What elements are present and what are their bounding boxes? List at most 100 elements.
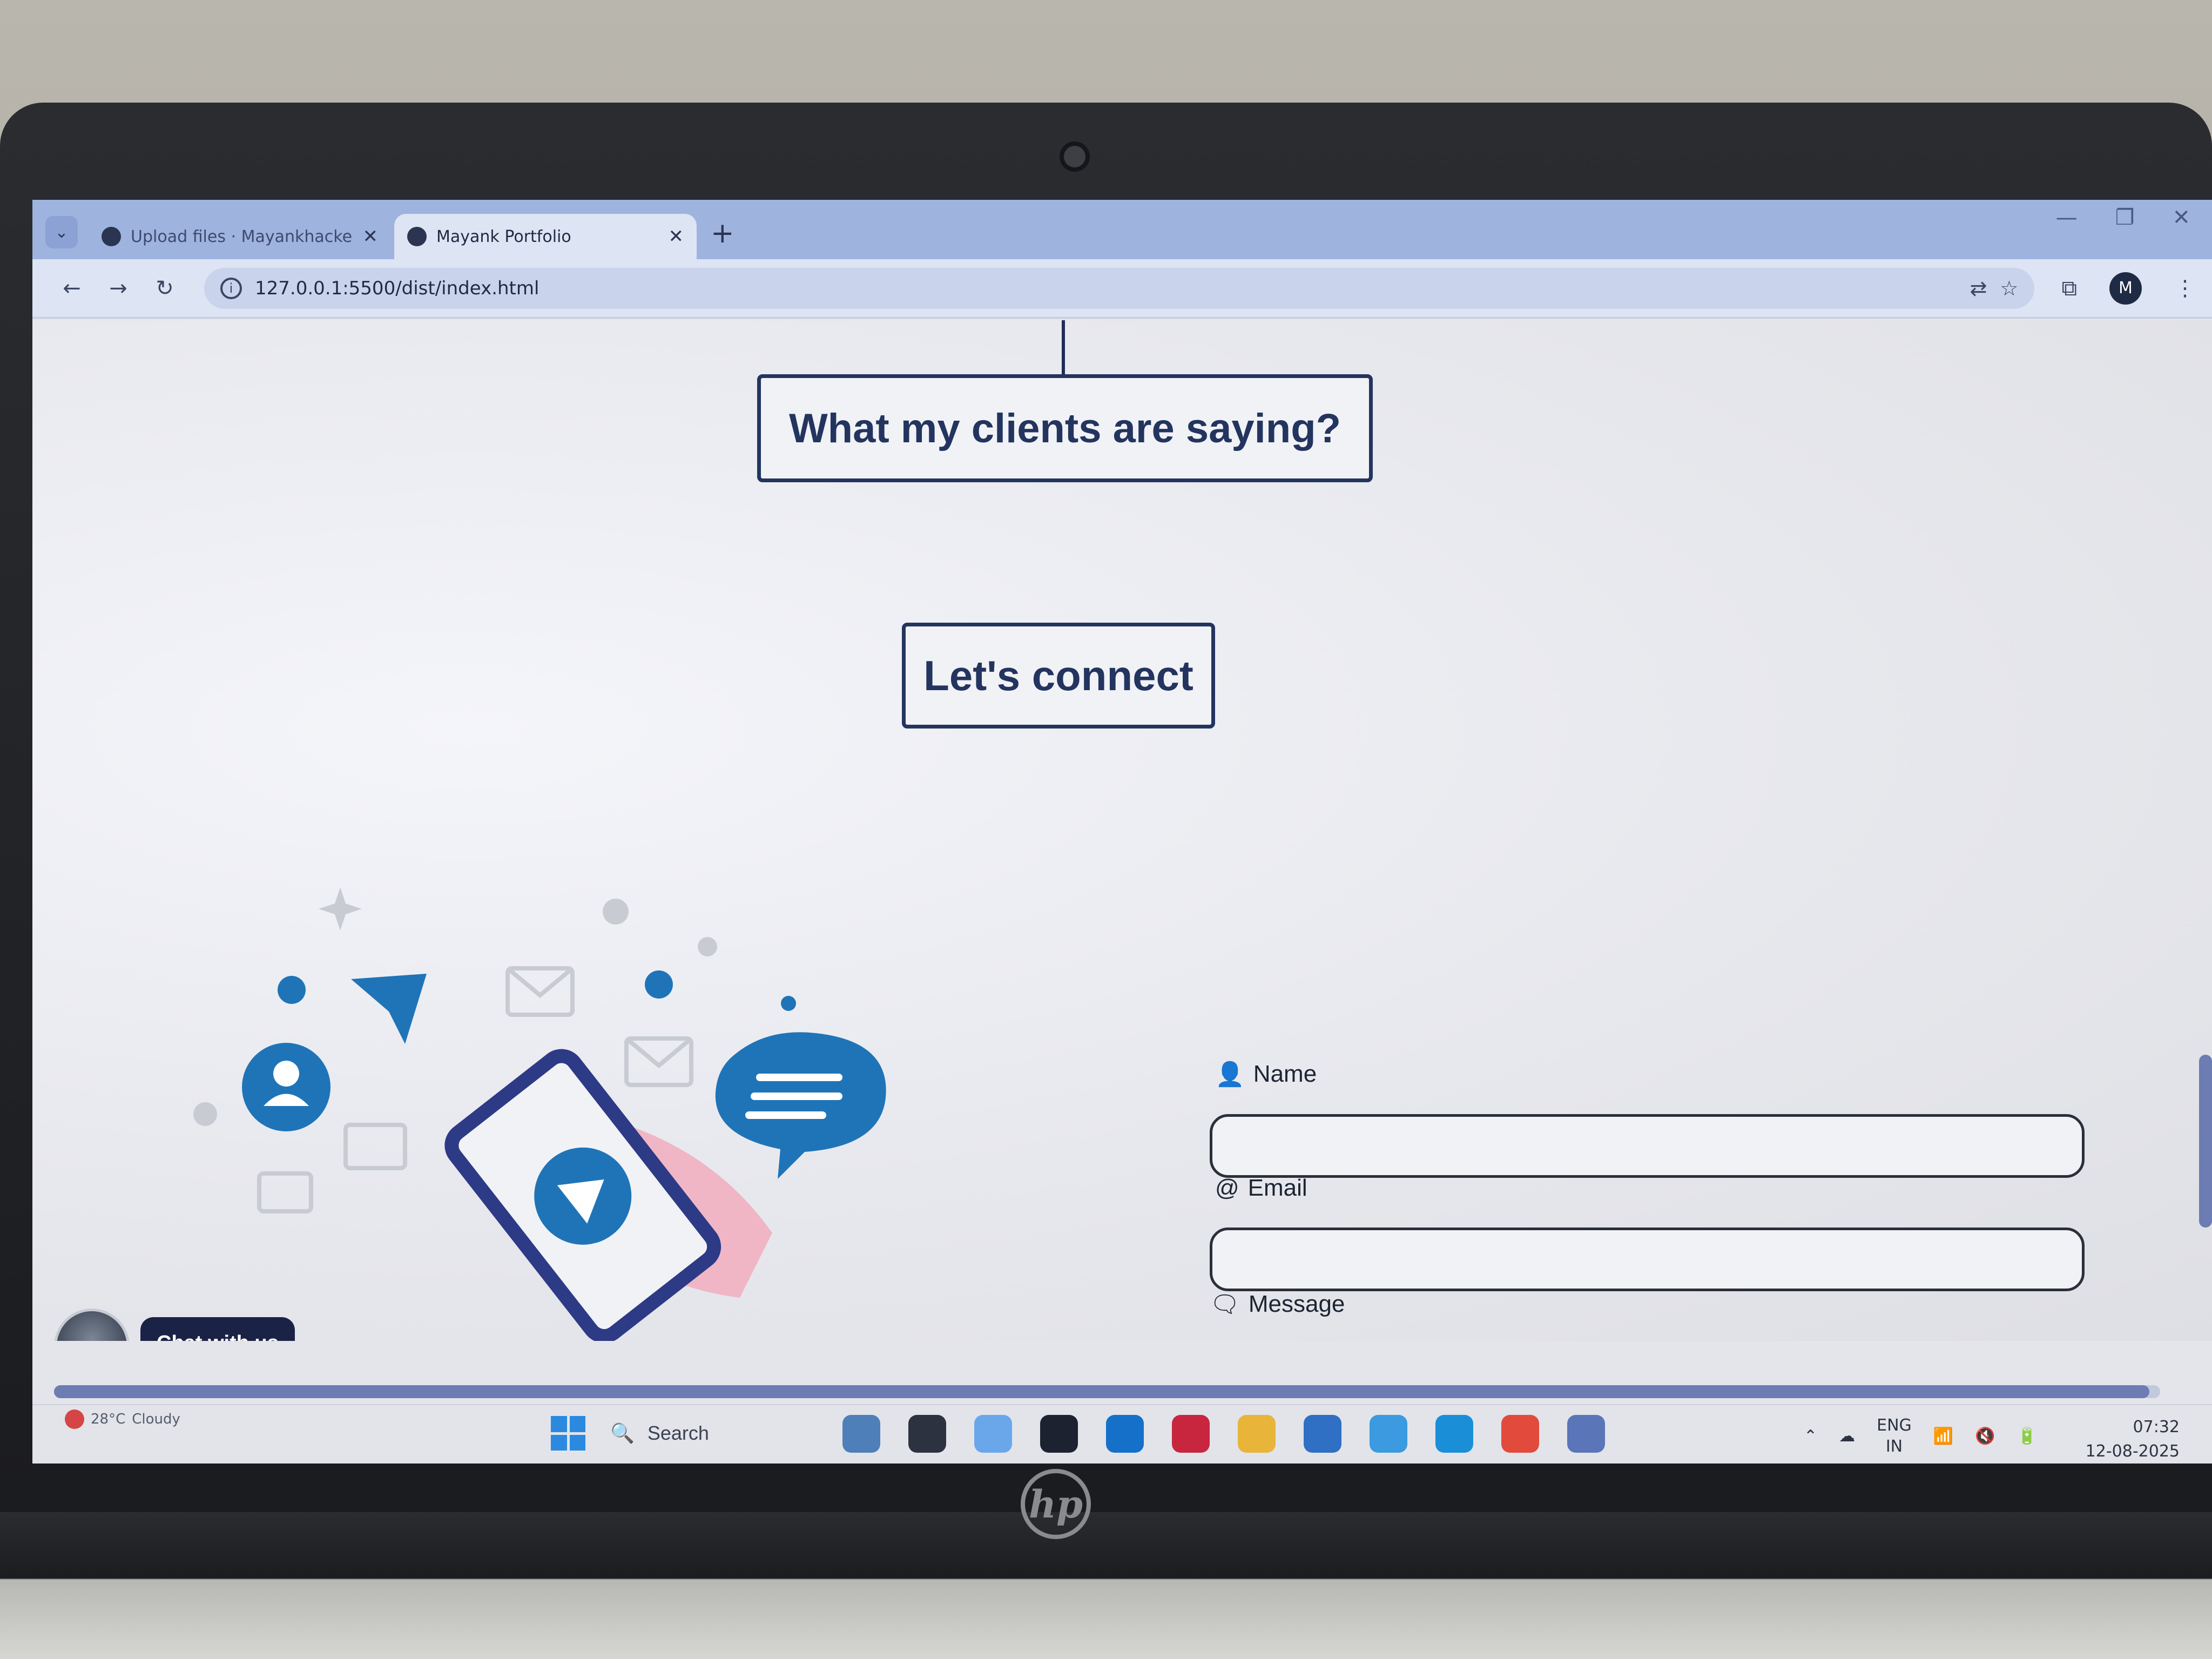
back-icon[interactable]: ← (49, 276, 95, 301)
weather-app-icon[interactable] (1370, 1415, 1407, 1453)
toolbar-actions: ⧉ M ⋮ (2061, 272, 2196, 305)
dot-decoration (781, 996, 796, 1011)
bookmark-star-icon[interactable]: ☆ (2000, 276, 2018, 300)
person-icon: 👤 (1215, 1061, 1245, 1088)
page-viewport: What my clients are saying? Let's connec… (32, 320, 2212, 1341)
translate-icon[interactable]: ⇄ (1970, 276, 1987, 300)
search-icon: 🔍 (610, 1422, 635, 1444)
vscode-icon[interactable] (1435, 1415, 1473, 1453)
file-explorer-icon[interactable] (1238, 1415, 1276, 1453)
windows-logo-icon (551, 1416, 567, 1432)
browser-toolbar: ← → ↻ i 127.0.0.1:5500/dist/index.html ⇄… (32, 259, 2212, 319)
user-circle-icon (242, 1043, 331, 1131)
tab-title: Upload files · Mayankhacker60 (131, 227, 353, 246)
laptop-base (0, 1512, 2212, 1659)
taskbar-apps (842, 1415, 1605, 1453)
dot-decoration (193, 1102, 217, 1126)
start-button[interactable] (551, 1416, 585, 1451)
close-tab-icon[interactable]: ✕ (363, 226, 379, 247)
envelope-icon (257, 1171, 313, 1213)
address-bar[interactable]: i 127.0.0.1:5500/dist/index.html ⇄ ☆ (204, 267, 2035, 309)
copilot-icon[interactable] (974, 1415, 1012, 1453)
connect-heading: Let's connect (902, 623, 1215, 729)
microsoft-store-icon[interactable] (1304, 1415, 1341, 1453)
tab-strip: ⌄ Upload files · Mayankhacker60 ✕ Mayank… (32, 200, 2212, 259)
weather-icon (65, 1410, 84, 1429)
speech-bubble-icon: 🗨 (1210, 1291, 1240, 1318)
name-field[interactable] (1210, 1114, 2085, 1178)
minimize-icon[interactable]: — (2056, 205, 2078, 230)
dot-decoration (278, 976, 306, 1004)
clock-date: 12-08-2025 (2085, 1442, 2180, 1461)
screen: ⌄ Upload files · Mayankhacker60 ✕ Mayank… (32, 200, 2212, 1464)
vertical-scrollbar[interactable] (2199, 1055, 2212, 1228)
paper-plane-icon (351, 974, 427, 1044)
github-icon (102, 227, 121, 246)
name-label: 👤 Name (1215, 1060, 1317, 1088)
tab-search-button[interactable]: ⌄ (45, 216, 78, 248)
chat-agent-avatar[interactable] (54, 1309, 130, 1341)
clock-time: 07:32 (2133, 1418, 2180, 1437)
url-text: 127.0.0.1:5500/dist/index.html (255, 277, 539, 299)
weather-widget[interactable]: 28°C Cloudy (65, 1410, 180, 1429)
taskbar-clock[interactable]: 07:32 12-08-2025 (2086, 1415, 2180, 1464)
message-label-text: Message (1248, 1291, 1345, 1317)
name-label-text: Name (1253, 1061, 1317, 1087)
chevron-up-icon[interactable]: ⌃ (1804, 1427, 1817, 1446)
message-label: 🗨 Message (1210, 1290, 1345, 1318)
reload-icon[interactable]: ↻ (141, 276, 188, 301)
timeline-connector (1062, 320, 1065, 374)
email-label-text: Email (1247, 1175, 1307, 1201)
terminal-icon[interactable] (1040, 1415, 1078, 1453)
contact-illustration (193, 887, 886, 1341)
globe-icon (407, 227, 427, 246)
site-info-icon[interactable]: i (220, 277, 242, 299)
dot-decoration (698, 937, 717, 956)
chat-bubble-icon (715, 1032, 886, 1179)
widgets-app-icon[interactable] (842, 1415, 880, 1453)
chat-with-us-button[interactable]: Chat with us (140, 1317, 295, 1341)
battery-icon[interactable]: 🔋 (2017, 1427, 2037, 1446)
speaker-muted-icon[interactable]: 🔇 (1975, 1427, 1995, 1446)
onedrive-icon[interactable]: ☁ (1839, 1427, 1855, 1446)
close-tab-icon[interactable]: ✕ (669, 226, 684, 247)
phone-illustration (444, 1049, 721, 1341)
system-tray: ⌃ ☁ ENG IN 📶 🔇 🔋 (1804, 1415, 2037, 1457)
taskbar-search[interactable]: 🔍 Search (610, 1414, 826, 1453)
horizontal-scrollbar[interactable] (54, 1385, 2160, 1398)
tab-mayank-portfolio[interactable]: Mayank Portfolio ✕ (394, 214, 697, 259)
lang-code: ENG (1877, 1416, 1912, 1435)
new-tab-button[interactable]: + (711, 217, 734, 249)
settings-gear-icon[interactable] (1567, 1415, 1605, 1453)
weather-temp: 28°C (91, 1411, 126, 1427)
sparkle-icon (319, 887, 362, 930)
at-sign-icon: @ (1215, 1175, 1239, 1201)
email-label: @ Email (1215, 1175, 1307, 1202)
profile-avatar[interactable]: M (2109, 272, 2142, 305)
snipping-tool-icon[interactable] (908, 1415, 946, 1453)
outlook-icon[interactable] (1106, 1415, 1144, 1453)
tab-title: Mayank Portfolio (436, 227, 571, 246)
tab-upload-files[interactable]: Upload files · Mayankhacker60 ✕ (89, 214, 391, 259)
clients-heading: What my clients are saying? (757, 374, 1373, 482)
language-indicator[interactable]: ENG IN (1877, 1415, 1912, 1457)
mcafee-icon[interactable] (1172, 1415, 1210, 1453)
dot-decoration (603, 899, 629, 925)
webcam (1060, 141, 1090, 172)
email-field[interactable] (1210, 1228, 2085, 1291)
chrome-icon[interactable] (1501, 1415, 1539, 1453)
restore-icon[interactable]: ❐ (2115, 205, 2135, 230)
wifi-icon[interactable]: 📶 (1933, 1427, 1953, 1446)
lang-region: IN (1885, 1437, 1903, 1456)
window-controls: — ❐ ✕ (2056, 205, 2190, 230)
search-placeholder: Search (647, 1422, 709, 1444)
close-window-icon[interactable]: ✕ (2172, 205, 2190, 230)
envelope-icon (343, 1123, 407, 1170)
horizontal-scroll-thumb[interactable] (54, 1385, 2149, 1398)
weather-desc: Cloudy (132, 1411, 180, 1427)
menu-kebab-icon[interactable]: ⋮ (2174, 276, 2196, 301)
extensions-icon[interactable]: ⧉ (2061, 276, 2077, 301)
forward-icon[interactable]: → (95, 276, 141, 301)
hp-logo: hp (1021, 1469, 1091, 1539)
dot-decoration (645, 970, 673, 999)
